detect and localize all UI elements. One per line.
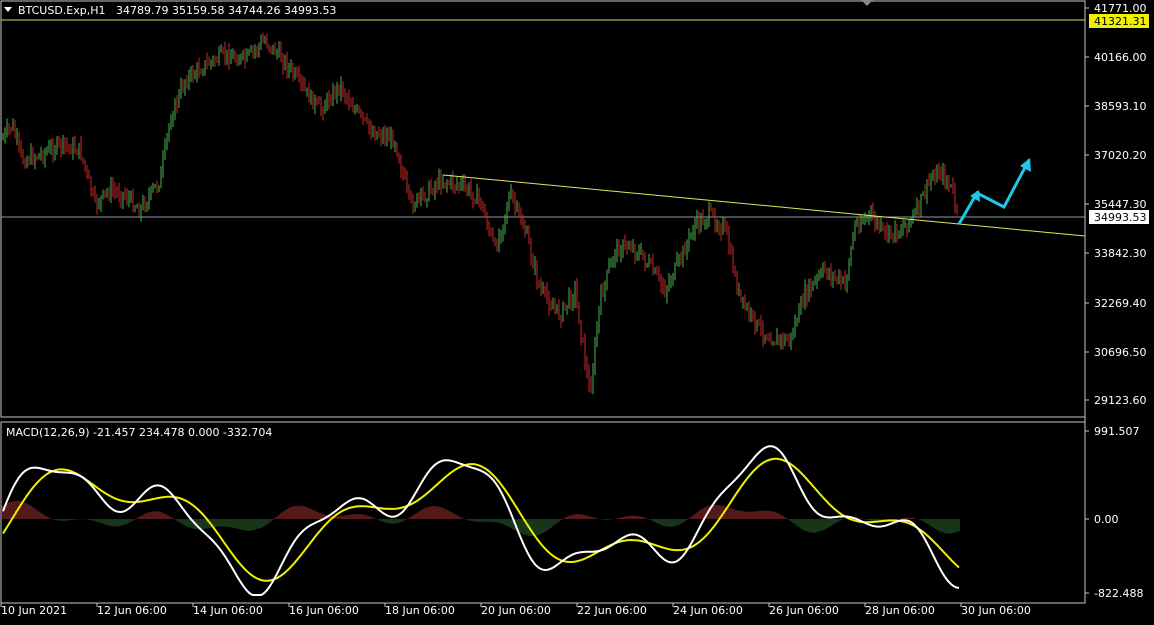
macd-label: MACD(12,26,9) -21.457 234.478 0.000 -332… bbox=[6, 426, 272, 439]
symbol-label: BTCUSD.Exp,H1 bbox=[18, 4, 106, 17]
current-price-label: 34993.53 bbox=[1094, 211, 1147, 224]
time-tick-label: 12 Jun 06:00 bbox=[97, 604, 167, 617]
time-tick-label: 26 Jun 06:00 bbox=[769, 604, 839, 617]
time-tick-label: 22 Jun 06:00 bbox=[577, 604, 647, 617]
yellow-level-label: 41321.31 bbox=[1094, 15, 1147, 28]
trading-chart-window[interactable]: BTCUSD.Exp,H1 34789.79 35159.58 34744.26… bbox=[0, 0, 1154, 621]
macd-tick-label: 0.00 bbox=[1094, 513, 1119, 526]
time-tick-label: 24 Jun 06:00 bbox=[673, 604, 743, 617]
time-axis[interactable]: 10 Jun 2021 12 Jun 06:00 14 Jun 06:00 16 Ju… bbox=[0, 603, 1031, 617]
time-tick-label: 28 Jun 06:00 bbox=[865, 604, 935, 617]
ohlc-values: 34789.79 35159.58 34744.26 34993.53 bbox=[116, 4, 336, 17]
chart-canvas[interactable]: BTCUSD.Exp,H1 34789.79 35159.58 34744.26… bbox=[0, 0, 1154, 621]
price-tick-label: 33842.30 bbox=[1094, 247, 1147, 260]
price-tick-label: 37020.20 bbox=[1094, 149, 1147, 162]
time-tick-label: 18 Jun 06:00 bbox=[385, 604, 455, 617]
price-tick-label: 40166.00 bbox=[1094, 51, 1147, 64]
time-tick-label: 16 Jun 06:00 bbox=[289, 604, 359, 617]
time-tick-label: 10 Jun 2021 bbox=[1, 604, 67, 617]
time-tick-label: 14 Jun 06:00 bbox=[193, 604, 263, 617]
price-tick-label: 30696.50 bbox=[1094, 346, 1147, 359]
macd-tick-label: -822.488 bbox=[1094, 587, 1143, 600]
price-tick-label: 35447.30 bbox=[1094, 198, 1147, 211]
price-tick-label: 29123.60 bbox=[1094, 394, 1147, 407]
price-tick-label: 41771.00 bbox=[1094, 2, 1147, 15]
time-ticks: 10 Jun 2021 12 Jun 06:00 14 Jun 06:00 16 Ju… bbox=[0, 603, 1031, 617]
price-tick-label: 32269.40 bbox=[1094, 297, 1147, 310]
price-ticks: 41771.00 40166.00 38593.10 37020.20 35447.30… bbox=[1085, 2, 1147, 407]
time-tick-label: 30 Jun 06:00 bbox=[961, 604, 1031, 617]
price-tick-label: 38593.10 bbox=[1094, 100, 1147, 113]
time-tick-label: 20 Jun 06:00 bbox=[481, 604, 551, 617]
macd-tick-label: 991.507 bbox=[1094, 425, 1140, 438]
